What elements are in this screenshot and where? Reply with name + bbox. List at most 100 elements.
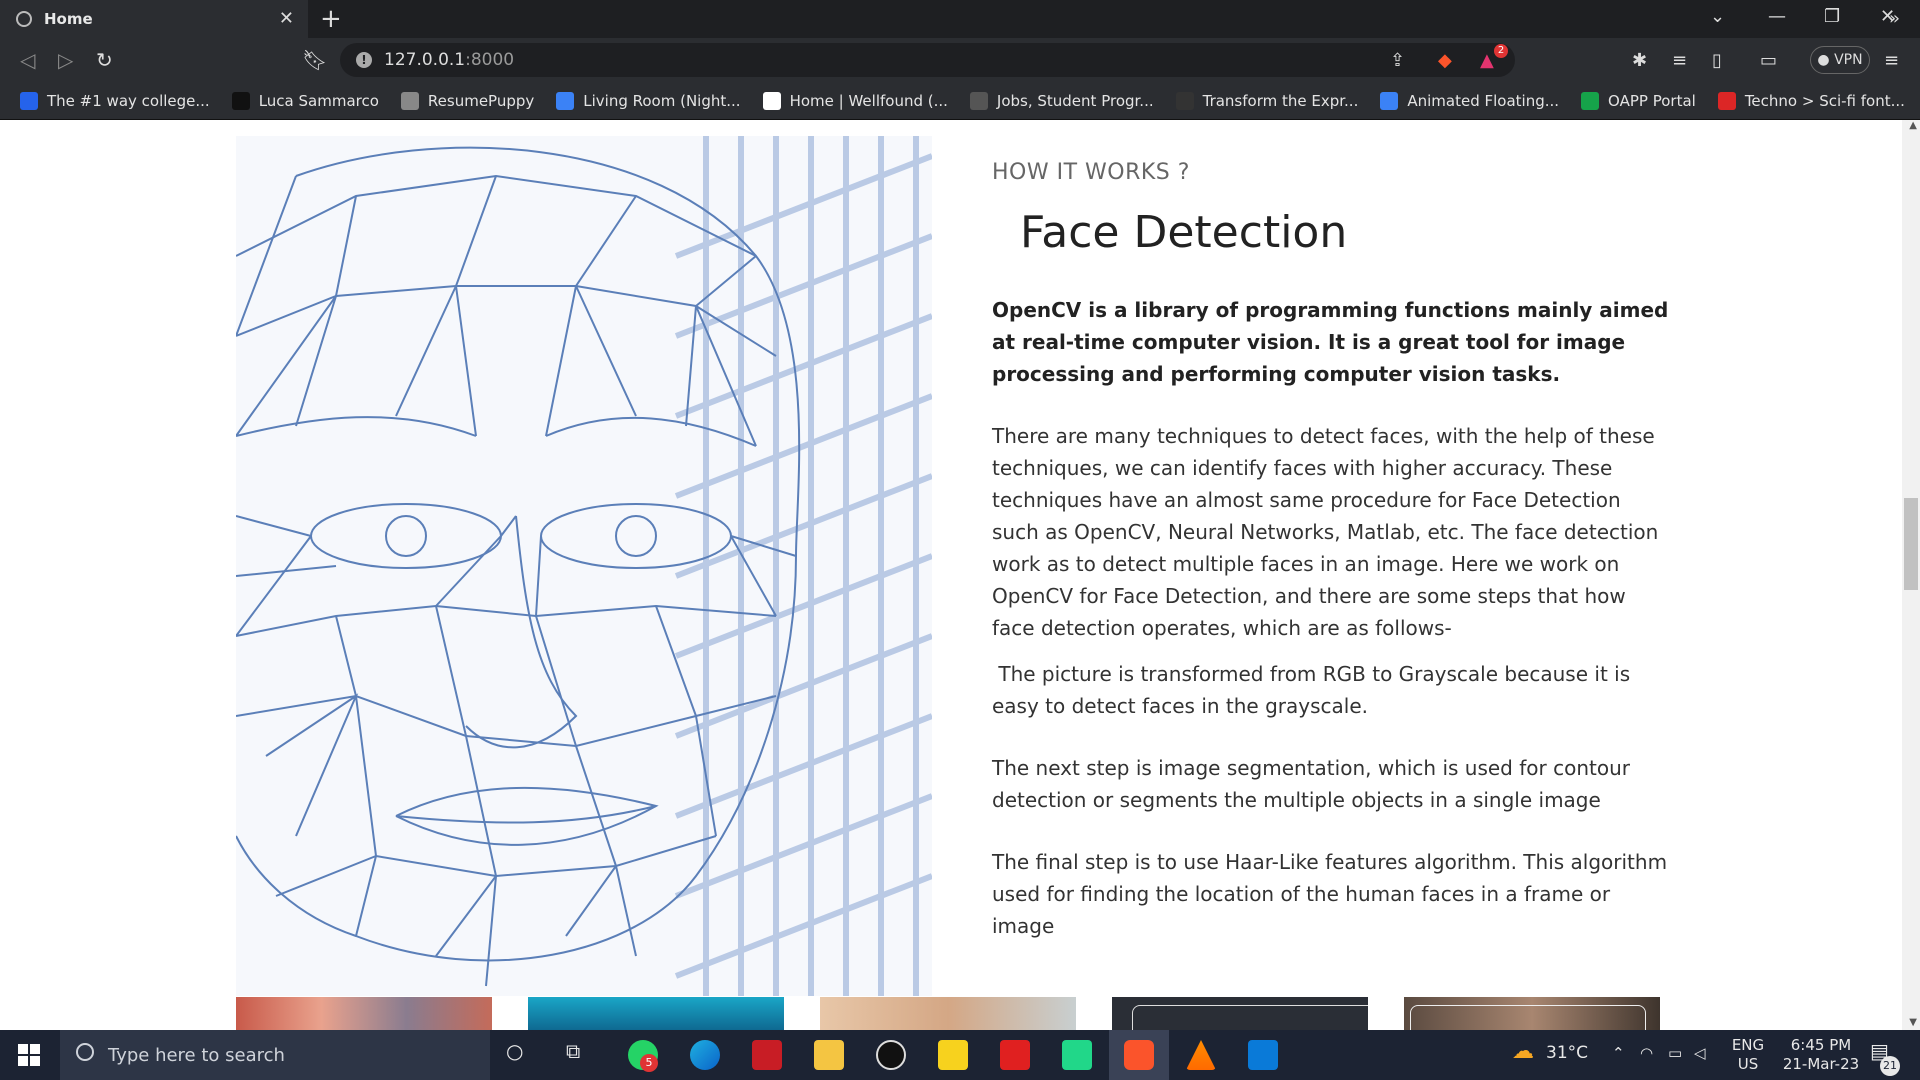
close-tab-icon[interactable]: ✕ (279, 8, 294, 29)
tab-title: Home (44, 10, 93, 28)
edge-icon[interactable] (690, 1040, 720, 1070)
clock[interactable]: 6:45 PM 21-Mar-23 (1776, 1036, 1866, 1074)
acrobat-icon[interactable] (1000, 1040, 1030, 1070)
bookmark-label: Transform the Expr... (1202, 91, 1359, 110)
vpn-button[interactable]: ● VPN (1810, 46, 1870, 74)
section-eyebrow: HOW IT WORKS ? (992, 160, 1190, 185)
url-host: 127.0.0.1 (384, 50, 466, 70)
gallery-thumb-3[interactable] (820, 997, 1076, 1030)
forward-button[interactable]: ▷ (58, 48, 73, 72)
lead-paragraph: OpenCV is a library of programming funct… (992, 298, 1669, 386)
clock-date: 21-Mar-23 (1782, 1055, 1860, 1073)
battery-icon[interactable]: ▭ (1668, 1044, 1682, 1063)
restore-button[interactable]: ❐ (1824, 6, 1840, 27)
app-red-icon[interactable] (752, 1040, 782, 1070)
address-bar[interactable]: ! 127.0.0.1:8000 (340, 43, 1515, 77)
file-explorer-icon[interactable] (814, 1040, 844, 1070)
extensions-icon[interactable]: ✱ (1632, 50, 1647, 71)
bookmark-label: Living Room (Night... (583, 91, 741, 110)
bookmark-favicon-icon (556, 91, 575, 110)
bookmark-favicon-icon (20, 91, 38, 110)
bookmark-favicon-icon (1717, 91, 1736, 110)
bookmark-favicon-icon (400, 91, 419, 110)
bookmark-item[interactable]: Luca Sammarco (231, 91, 379, 110)
vpn-label: VPN (1834, 52, 1863, 68)
bookmark-favicon-icon (1581, 91, 1600, 110)
bookmark-item[interactable]: OAPP Portal (1581, 91, 1696, 110)
scrollbar-thumb[interactable] (1904, 498, 1918, 590)
weather-temp[interactable]: 31°C (1546, 1044, 1588, 1063)
new-tab-button[interactable]: + (320, 4, 342, 34)
gallery-thumb-2[interactable] (528, 997, 784, 1030)
vlc-icon[interactable] (1186, 1040, 1216, 1070)
bookmark-item[interactable]: The #1 way college... (20, 91, 210, 110)
bookmark-item[interactable]: Techno > Sci-fi font... (1717, 91, 1905, 110)
bookmark-item[interactable]: Transform the Expr... (1175, 91, 1359, 110)
bookmark-label: ResumePuppy (427, 91, 535, 110)
tab-strip: Home ✕ + ⌄ — ❐ ✕ (0, 0, 1920, 38)
bookmark-label: Home | Wellfound (... (789, 91, 948, 110)
brave-rewards-icon[interactable]: ▲ (1480, 50, 1494, 71)
bookmark-icon[interactable]: 🔖︎ (302, 48, 327, 72)
playlist-icon[interactable]: ≡ (1672, 50, 1687, 71)
task-view-icon[interactable]: ⧉ (566, 1041, 580, 1061)
gallery-strip (236, 997, 1666, 1030)
brave-taskbar-icon[interactable] (1124, 1040, 1154, 1070)
clock-time: 6:45 PM (1790, 1036, 1852, 1054)
bookmark-item[interactable]: Animated Floating... (1380, 91, 1559, 110)
weather-icon[interactable]: ☁ (1512, 1041, 1534, 1063)
wallet-icon[interactable]: ▭ (1760, 50, 1777, 71)
bookmark-favicon-icon (762, 91, 781, 110)
vscode-icon[interactable] (1248, 1040, 1278, 1070)
bookmark-favicon-icon (1380, 91, 1399, 110)
browser-toolbar: ◁ ▷ ↻ 🔖︎ ! 127.0.0.1:8000 ⇪ ◆ ▲ 2 ✱ ≡ ▯ … (0, 38, 1920, 82)
notification-count: 21 (1880, 1056, 1900, 1076)
lang-top: ENG (1731, 1036, 1765, 1054)
unreal-engine-icon[interactable] (876, 1040, 906, 1070)
reload-button[interactable]: ↻ (96, 48, 113, 72)
bookmark-label: Jobs, Student Progr... (996, 91, 1154, 110)
sticky-notes-icon[interactable] (938, 1040, 968, 1070)
start-button[interactable] (18, 1044, 40, 1066)
bookmark-label: OAPP Portal (1608, 91, 1696, 110)
volume-icon[interactable]: ◁ (1694, 1044, 1706, 1063)
bookmark-item[interactable]: ResumePuppy (400, 91, 535, 110)
bookmark-item[interactable]: Home | Wellfound (... (762, 91, 948, 110)
lang-bottom: US (1737, 1055, 1759, 1073)
pycharm-icon[interactable] (1062, 1040, 1092, 1070)
brave-shields-icon[interactable]: ◆ (1438, 50, 1452, 71)
bookmark-item[interactable]: Jobs, Student Progr... (969, 91, 1154, 110)
page-title: Face Detection (1020, 207, 1348, 258)
tab-home[interactable]: Home ✕ (0, 0, 308, 38)
tray-chevron-icon[interactable]: ⌃ (1612, 1044, 1625, 1063)
gallery-thumb-4[interactable] (1112, 997, 1368, 1030)
face-wireframe-illustration (236, 136, 932, 996)
bookmark-item[interactable]: Living Room (Night... (556, 91, 741, 110)
how-it-works-section: HOW IT WORKS ? Face Detection OpenCV is … (992, 160, 1672, 942)
more-bookmarks-icon[interactable]: » (1889, 8, 1900, 29)
scroll-down-arrow[interactable]: ▼ (1909, 1017, 1917, 1028)
wifi-icon[interactable]: ◠ (1640, 1044, 1653, 1063)
page-scrollbar[interactable]: ▲ ▼ (1902, 120, 1920, 1030)
grayscale-step-paragraph: The picture is transformed from RGB to G… (992, 662, 1637, 718)
bookmark-label: Luca Sammarco (258, 91, 379, 110)
sidebar-icon[interactable]: ▯ (1712, 50, 1722, 71)
gallery-thumb-5[interactable] (1404, 997, 1660, 1030)
bookmark-favicon-icon (969, 91, 988, 110)
taskbar-search[interactable]: Type here to search (60, 1030, 490, 1080)
scroll-up-arrow[interactable]: ▲ (1909, 120, 1917, 131)
gallery-thumb-1[interactable] (236, 997, 492, 1030)
share-icon[interactable]: ⇪ (1390, 50, 1405, 71)
url-port: :8000 (465, 50, 515, 70)
haar-step-paragraph: The final step is to use Haar-Like featu… (992, 850, 1668, 938)
language-indicator[interactable]: ENG US (1728, 1036, 1768, 1074)
bookmark-label: Techno > Sci-fi font... (1744, 91, 1905, 110)
tab-search-chevron-icon[interactable]: ⌄ (1710, 6, 1725, 27)
site-info-icon[interactable]: ! (356, 52, 372, 68)
windows-taskbar: Type here to search ○ ⧉ 5 ☁ 31°C ⌃ ◠ ▭ ◁… (0, 1030, 1920, 1080)
menu-icon[interactable]: ≡ (1884, 50, 1899, 71)
cortana-icon[interactable]: ○ (506, 1041, 523, 1061)
minimize-button[interactable]: — (1768, 6, 1786, 27)
back-button[interactable]: ◁ (20, 48, 35, 72)
page-viewport: HOW IT WORKS ? Face Detection OpenCV is … (0, 120, 1920, 1030)
